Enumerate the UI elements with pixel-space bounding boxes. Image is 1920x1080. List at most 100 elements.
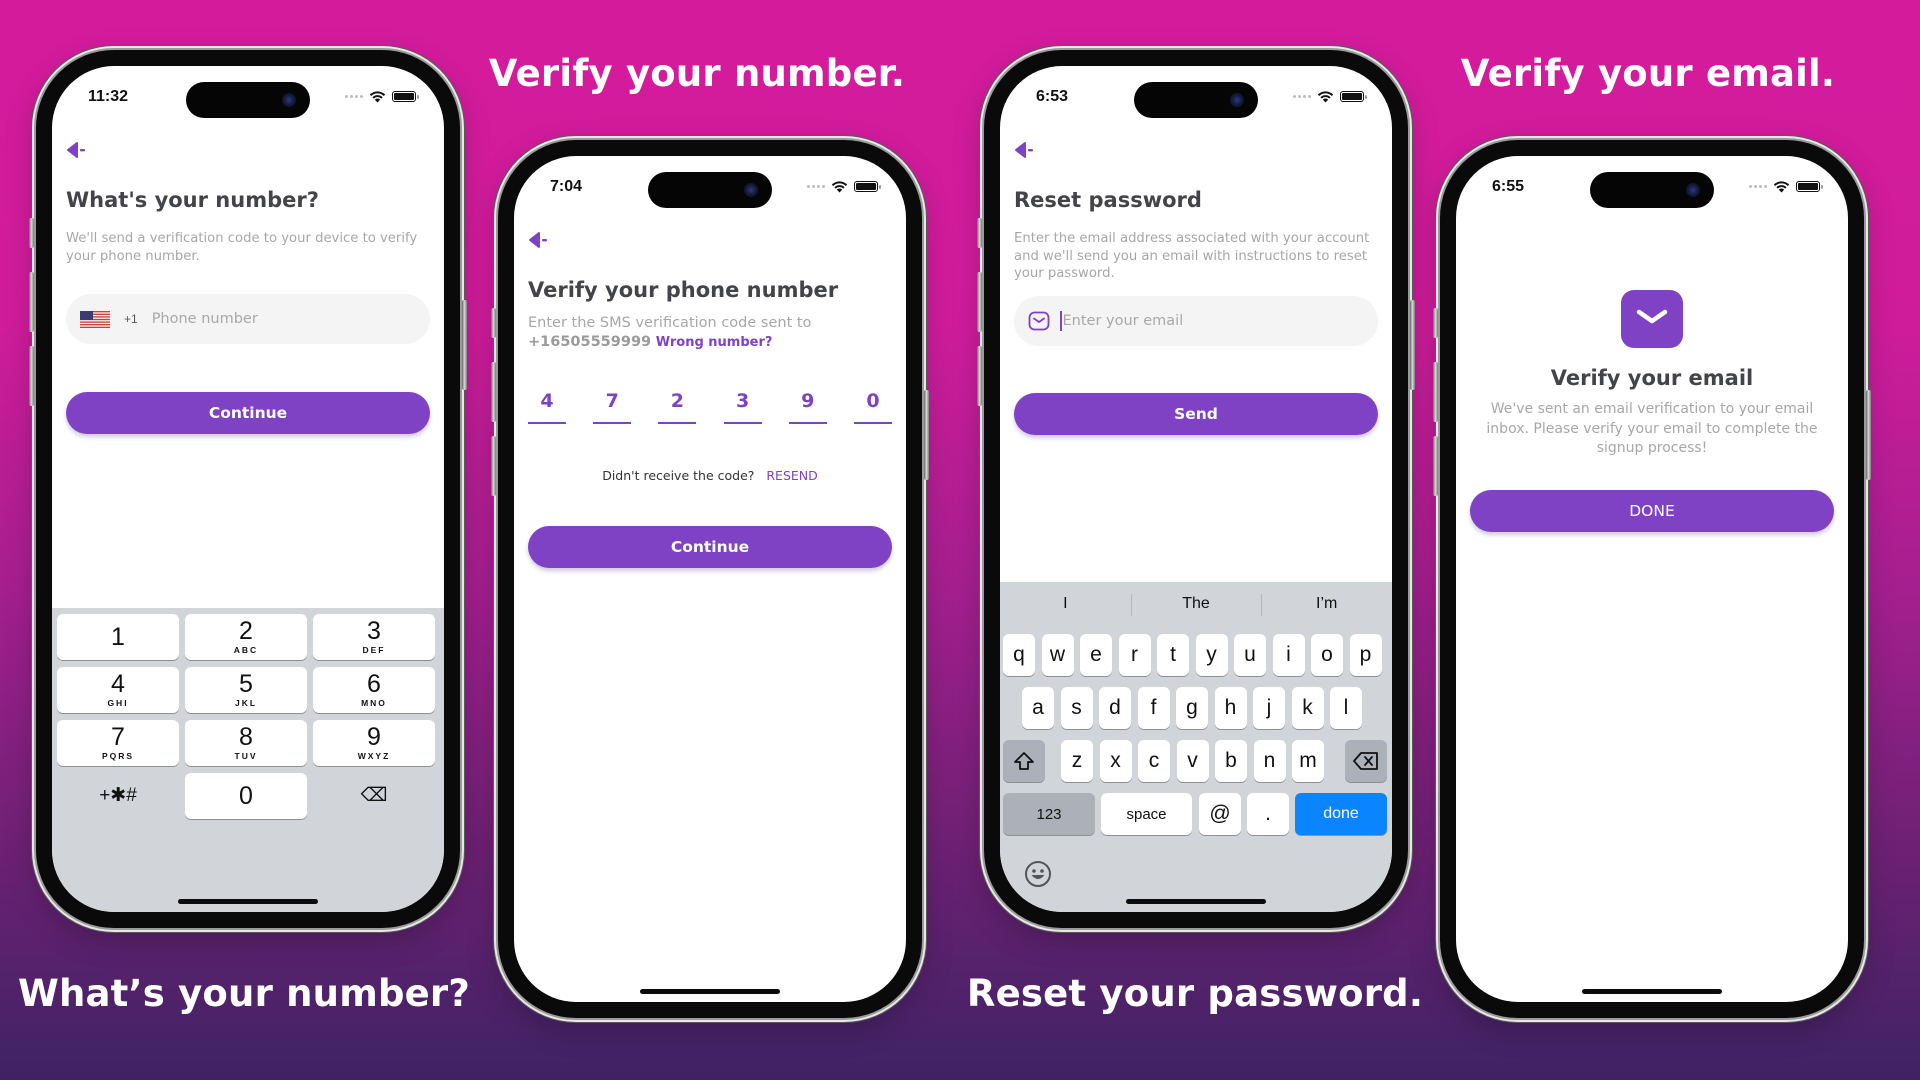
page-title: Verify your phone number (528, 278, 839, 302)
key-h[interactable]: h (1214, 687, 1247, 729)
backspace-icon (1353, 752, 1378, 770)
key-x[interactable]: x (1099, 740, 1132, 782)
home-indicator[interactable] (1582, 989, 1722, 994)
back-arrow-icon[interactable] (528, 230, 554, 250)
status-icons (345, 90, 419, 103)
key-f[interactable]: f (1137, 687, 1170, 729)
verification-message: We've sent an email verification to your… (1486, 401, 1818, 456)
signal-icon (807, 185, 825, 188)
phone-number-field[interactable]: +1 Phone number (66, 294, 430, 344)
key-y[interactable]: y (1195, 634, 1228, 676)
key-i[interactable]: i (1272, 634, 1305, 676)
key-e[interactable]: e (1080, 634, 1112, 676)
key-c[interactable]: c (1138, 740, 1170, 782)
done-button[interactable]: DONE (1470, 490, 1834, 532)
key-s[interactable]: s (1060, 687, 1093, 729)
back-arrow-icon[interactable] (66, 140, 92, 160)
key-z[interactable]: z (1061, 740, 1093, 782)
backspace-key[interactable] (1345, 740, 1387, 782)
keypad-delete-key[interactable]: ⌫ (313, 773, 435, 819)
camera-icon (1686, 183, 1700, 197)
key-u[interactable]: u (1234, 634, 1266, 676)
keypad-key-2[interactable]: 2 ABC (185, 614, 307, 660)
keypad-letters: MNO (361, 698, 387, 708)
resend-row: Didn't receive the code? RESEND (514, 468, 906, 483)
send-button[interactable]: Send (1014, 393, 1378, 435)
screen-verify-phone: 7:04 Verify your phone number Enter the … (514, 156, 906, 1002)
keypad-key-1[interactable]: 1 (57, 614, 179, 660)
key-l[interactable]: l (1330, 687, 1362, 729)
home-indicator[interactable] (1126, 899, 1266, 904)
keypad-key-9[interactable]: 9 WXYZ (313, 720, 435, 766)
otp-digit: 0 (866, 390, 880, 412)
suggestion-item[interactable]: I’m (1261, 582, 1392, 626)
otp-digit-cell[interactable]: 9 (788, 390, 827, 424)
keypad-key-8[interactable]: 8 TUV (185, 720, 307, 766)
wifi-icon (831, 181, 848, 193)
key-b[interactable]: b (1215, 740, 1247, 782)
email-field[interactable]: Enter your email (1014, 296, 1378, 346)
continue-button[interactable]: Continue (66, 392, 430, 434)
key-n[interactable]: n (1253, 740, 1286, 782)
continue-button[interactable]: Continue (528, 526, 892, 568)
key-k[interactable]: k (1291, 687, 1324, 729)
home-indicator[interactable] (178, 899, 318, 904)
suggestion-item[interactable]: The (1130, 582, 1262, 626)
camera-icon (282, 93, 296, 107)
key-r[interactable]: r (1118, 634, 1151, 676)
us-flag-icon[interactable] (80, 310, 110, 328)
suggestion-item[interactable]: I (1000, 582, 1131, 626)
key-a[interactable]: a (1022, 687, 1054, 729)
dot-key[interactable]: . (1247, 793, 1289, 835)
wrong-number-link[interactable]: Wrong number? (656, 335, 773, 350)
keypad-key-3[interactable]: 3 DEF (313, 614, 435, 660)
keypad-letters: JKL (234, 698, 258, 708)
shift-key[interactable] (1003, 740, 1045, 782)
key-j[interactable]: j (1253, 687, 1285, 729)
key-v[interactable]: v (1176, 740, 1209, 782)
key-p[interactable]: p (1349, 634, 1382, 676)
keypad-symbols-key[interactable]: +✱# (57, 773, 179, 819)
page-title: Verify your email (1550, 366, 1754, 390)
page-title: What's your number? (66, 188, 319, 212)
emoji-icon[interactable] (1024, 860, 1052, 888)
space-key[interactable]: space (1101, 793, 1192, 835)
email-input[interactable]: Enter your email (1063, 313, 1184, 329)
at-key[interactable]: @ (1199, 793, 1241, 835)
country-code[interactable]: +1 (124, 312, 138, 326)
otp-digit-cell[interactable]: 3 (723, 390, 762, 424)
keypad-key-5[interactable]: 5 JKL (185, 667, 307, 713)
wifi-icon (1773, 181, 1790, 193)
keypad-digit: 8 (239, 723, 253, 751)
keypad-digit: 3 (367, 617, 381, 645)
otp-digit-cell[interactable]: 2 (658, 390, 697, 424)
key-q[interactable]: q (1003, 634, 1035, 676)
keypad-key-4[interactable]: 4 GHI (57, 667, 179, 713)
done-key[interactable]: done (1295, 793, 1387, 835)
keypad-key-6[interactable]: 6 MNO (313, 667, 435, 713)
key-w[interactable]: w (1041, 634, 1074, 676)
otp-digit-cell[interactable]: 7 (593, 390, 632, 424)
otp-digit-cell[interactable]: 4 (528, 390, 566, 424)
phone-mockup-verify-email: 6:55 Verify your email We've sent an ema… (1433, 140, 1871, 1018)
home-indicator[interactable] (640, 989, 780, 994)
key-t[interactable]: t (1157, 634, 1189, 676)
numbers-key[interactable]: 123 (1003, 793, 1095, 835)
battery-icon (854, 181, 881, 192)
otp-input[interactable]: 4 7 2 3 9 0 (528, 390, 892, 424)
screen-verify-email: 6:55 Verify your email We've sent an ema… (1456, 156, 1848, 1002)
phone-number-input[interactable]: Phone number (152, 311, 258, 327)
key-g[interactable]: g (1176, 687, 1208, 729)
key-m[interactable]: m (1292, 740, 1324, 782)
key-o[interactable]: o (1311, 634, 1343, 676)
camera-icon (1230, 93, 1244, 107)
numeric-keypad: 1 2 ABC 3 DEF 4 GHI 5 JKL 6 MNO 7 PQRS 8 TUV 9 WXYZ +✱# 0 ⌫ (52, 608, 444, 912)
resend-link[interactable]: RESEND (766, 468, 817, 483)
back-arrow-icon[interactable] (1014, 140, 1040, 160)
keypad-key-0[interactable]: 0 (185, 773, 307, 819)
side-button (491, 362, 496, 422)
otp-digit-cell[interactable]: 0 (853, 390, 892, 424)
key-d[interactable]: d (1099, 687, 1131, 729)
side-button (462, 300, 467, 390)
keypad-key-7[interactable]: 7 PQRS (57, 720, 179, 766)
